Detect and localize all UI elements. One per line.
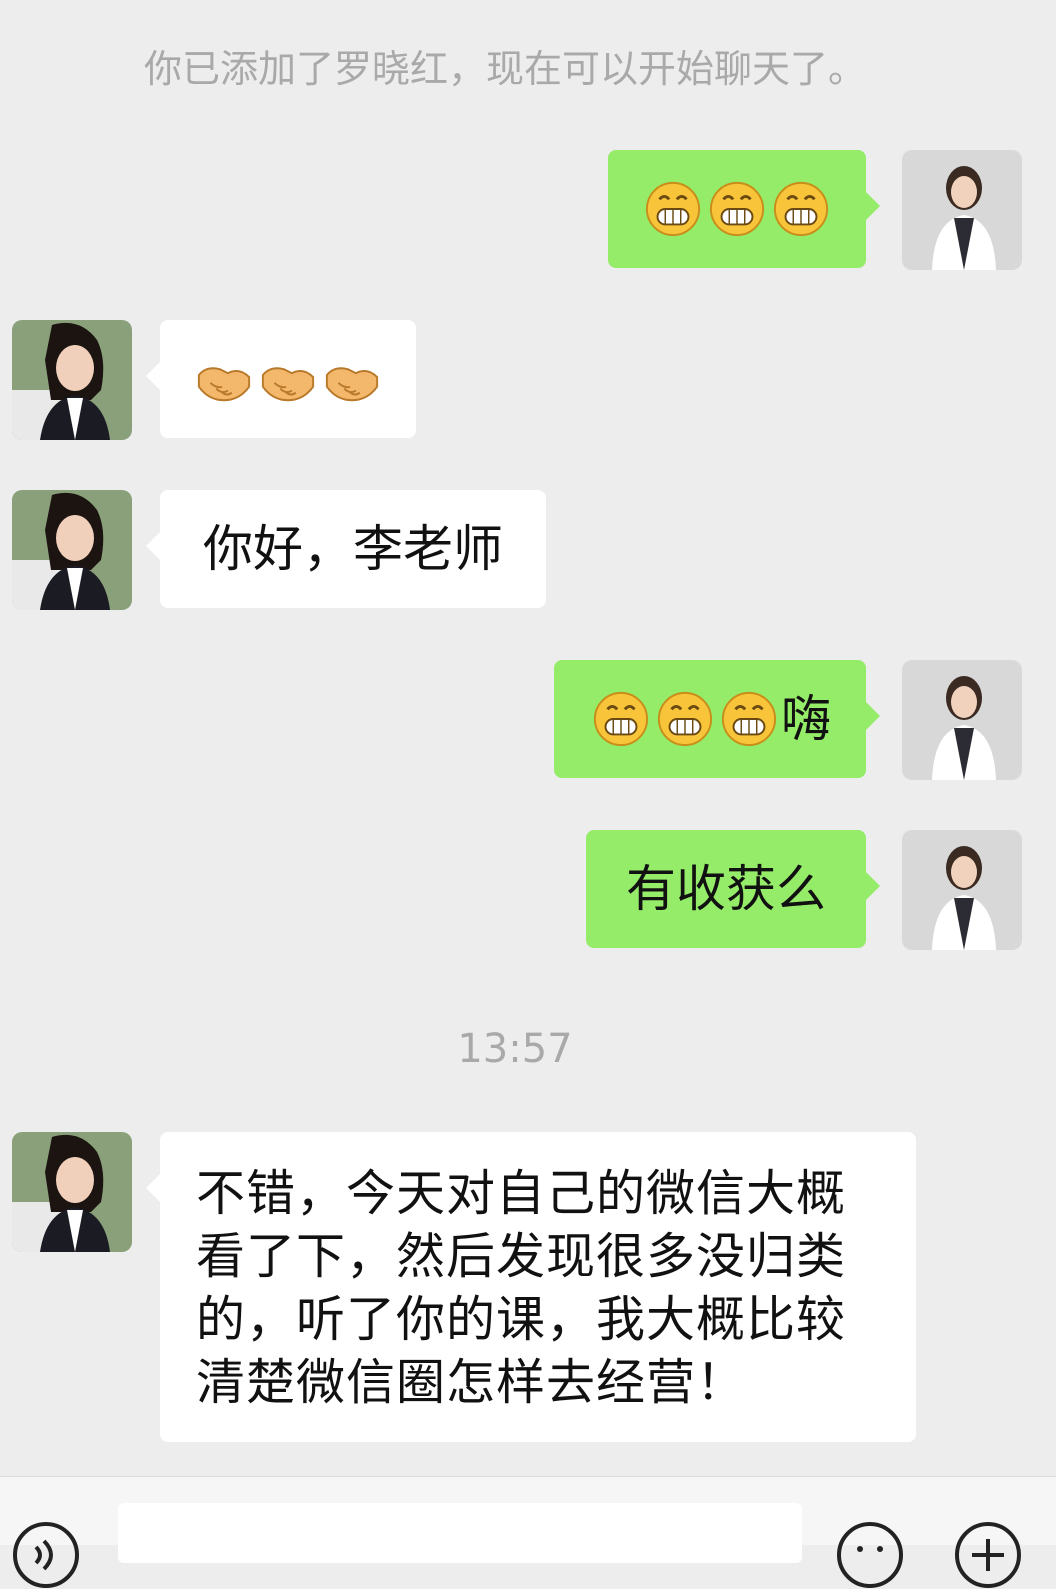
grin-emoji bbox=[772, 180, 830, 238]
emoji-row bbox=[608, 150, 866, 268]
message-line: 清楚微信圈怎样去经营！ bbox=[196, 1354, 747, 1411]
message-bubble-self[interactable]: 有收获么 bbox=[586, 830, 880, 948]
input-bar bbox=[0, 1476, 1056, 1588]
self-avatar[interactable] bbox=[902, 660, 1022, 780]
handshake-emoji bbox=[195, 350, 253, 408]
message-bubble-self[interactable] bbox=[608, 150, 880, 268]
grin-emoji bbox=[720, 690, 778, 748]
self-avatar[interactable] bbox=[902, 830, 1022, 950]
message-line: 不错，今天对自己的微信大概 bbox=[196, 1165, 847, 1222]
grin-emoji bbox=[708, 180, 766, 238]
handshake-emoji bbox=[323, 350, 381, 408]
message-bubble-contact[interactable]: 不错，今天对自己的微信大概 看了下，然后发现很多没归类 的，听了你的课，我大概比… bbox=[146, 1132, 916, 1442]
contact-avatar[interactable] bbox=[12, 320, 132, 440]
emoji-row: 嗨 bbox=[554, 660, 866, 778]
system-note: 你已添加了罗晓红，现在可以开始聊天了。 bbox=[143, 47, 866, 91]
message-bubble-contact[interactable] bbox=[146, 320, 416, 438]
message-text: 不错，今天对自己的微信大概 看了下，然后发现很多没归类 的，听了你的课，我大概比… bbox=[196, 1162, 880, 1414]
message-input[interactable] bbox=[118, 1503, 802, 1563]
emoji-row bbox=[160, 320, 416, 438]
message-text: 嗨 bbox=[781, 690, 831, 748]
message-line: 的，听了你的课，我大概比较 bbox=[196, 1291, 847, 1348]
handshake-emoji bbox=[259, 350, 317, 408]
message-bubble-self[interactable]: 嗨 bbox=[554, 660, 880, 778]
plus-icon[interactable] bbox=[954, 1521, 1022, 1589]
message-line: 看了下，然后发现很多没归类 bbox=[196, 1228, 847, 1285]
emoji-icon[interactable] bbox=[836, 1521, 904, 1589]
message-text: 有收获么 bbox=[626, 860, 826, 918]
grin-emoji bbox=[644, 180, 702, 238]
contact-avatar[interactable] bbox=[12, 490, 132, 610]
message-text: 你好，李老师 bbox=[203, 520, 503, 578]
grin-emoji bbox=[656, 690, 714, 748]
timestamp: 13:57 bbox=[457, 1026, 573, 1072]
message-bubble-contact[interactable]: 你好，李老师 bbox=[146, 490, 546, 608]
contact-avatar[interactable] bbox=[12, 1132, 132, 1252]
self-avatar[interactable] bbox=[902, 150, 1022, 270]
grin-emoji bbox=[592, 690, 650, 748]
voice-icon[interactable] bbox=[12, 1521, 80, 1589]
